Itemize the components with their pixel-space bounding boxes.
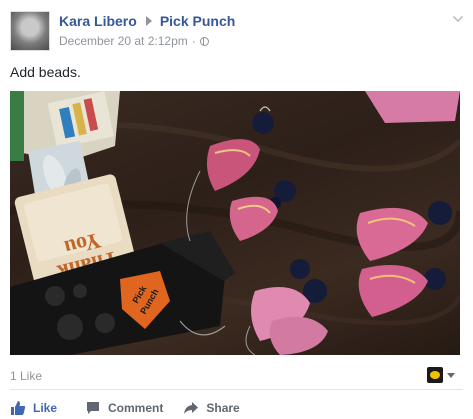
comment-label: Comment	[108, 401, 164, 415]
pick-earring-5	[358, 265, 446, 317]
share-icon	[184, 402, 199, 414]
thumbs-up-icon	[11, 401, 26, 415]
post-photo[interactable]: Thank You Pick Punch	[10, 91, 460, 355]
actions-divider	[10, 389, 463, 390]
like-label: Like	[33, 401, 58, 415]
author-name[interactable]: Kara Libero	[59, 13, 137, 29]
share-label: Share	[206, 401, 240, 415]
post-header: Kara Libero Pick Punch	[59, 13, 235, 29]
chevron-down-icon[interactable]	[452, 13, 464, 25]
target-page-name[interactable]: Pick Punch	[160, 13, 235, 29]
like-count[interactable]: 1 Like	[10, 369, 42, 383]
post-meta: December 20 at 2:12pm ·	[59, 34, 209, 48]
photo-scene: Thank You Pick Punch	[10, 91, 460, 355]
pick-earring-2	[229, 180, 296, 241]
comment-icon	[87, 402, 100, 414]
post-status-text: Add beads.	[10, 64, 81, 80]
meta-separator: ·	[191, 34, 196, 48]
post-as-selector[interactable]	[427, 367, 455, 383]
page-avatar-icon	[427, 367, 443, 383]
comment-button[interactable]: Comment	[85, 398, 163, 418]
share-button[interactable]: Share	[183, 398, 240, 418]
post-timestamp[interactable]: December 20 at 2:12pm	[59, 34, 188, 48]
globe-icon[interactable]	[199, 36, 209, 46]
like-button[interactable]: Like	[10, 398, 57, 418]
arrow-right-icon	[145, 16, 152, 26]
post-actions: Like Comment Share	[10, 398, 463, 418]
profile-avatar[interactable]	[10, 11, 50, 51]
pick-earring-4	[251, 259, 328, 355]
facebook-post: Kara Libero Pick Punch December 20 at 2:…	[0, 0, 473, 419]
pick-earring-3	[356, 201, 452, 261]
caret-down-icon	[447, 372, 455, 378]
